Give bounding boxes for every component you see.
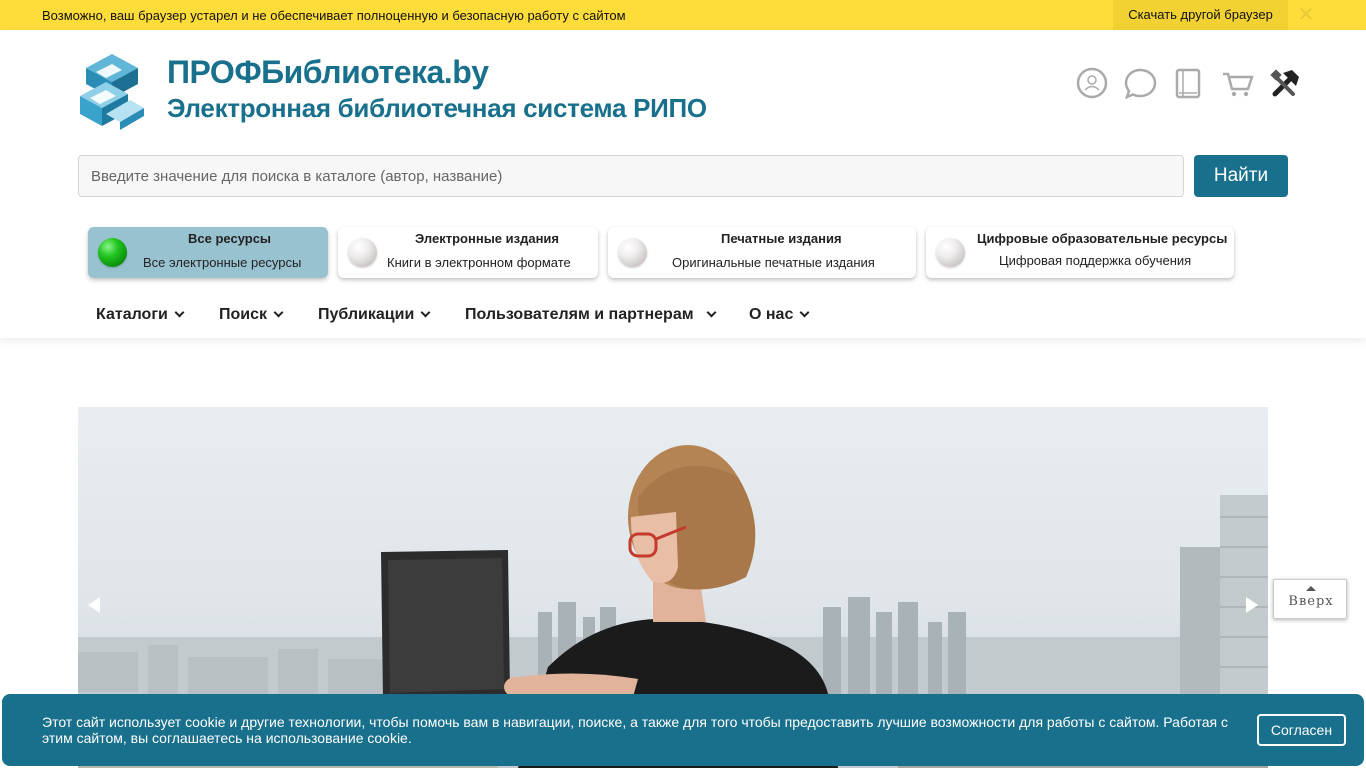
filter-all-resources[interactable]: Все ресурсы Все электронные ресурсы [88, 227, 328, 278]
close-icon[interactable]: ✕ [1296, 5, 1316, 25]
search-input[interactable] [78, 155, 1184, 197]
nav-label: Публикации [318, 306, 415, 323]
nav-label: О нас [749, 306, 794, 323]
cookie-accept-button[interactable]: Согласен [1257, 714, 1346, 746]
active-indicator-icon [98, 238, 127, 267]
filter-description: Книги в электронном формате [387, 255, 571, 270]
chevron-down-icon [799, 307, 810, 318]
back-to-top-button[interactable]: Вверх [1273, 579, 1347, 619]
logo-icon[interactable] [76, 52, 148, 130]
filter-description: Оригинальные печатные издания [672, 255, 875, 270]
nav-label: Каталоги [96, 306, 168, 323]
brand-title[interactable]: ПРОФБиблиотека.by [167, 54, 489, 91]
filter-printed-editions[interactable]: Печатные издания Оригинальные печатные и… [608, 227, 916, 278]
back-to-top-label: Вверх [1288, 594, 1334, 609]
filter-title: Цифровые образовательные ресурсы [977, 231, 1228, 246]
header-actions [1076, 67, 1302, 101]
browser-warning-bar: Возможно, ваш браузер устарел и не обесп… [0, 0, 1366, 30]
inactive-indicator-icon [936, 238, 965, 267]
inactive-indicator-icon [618, 238, 647, 267]
cart-icon[interactable] [1221, 67, 1255, 101]
tools-icon[interactable] [1268, 67, 1302, 101]
nav-about[interactable]: О нас [749, 306, 810, 324]
chevron-down-icon [273, 307, 284, 318]
cookie-banner: Этот сайт использует cookie и другие тех… [2, 694, 1364, 766]
carousel-next-icon[interactable] [1246, 597, 1258, 613]
site-header: ПРОФБиблиотека.by Электронная библиотечн… [0, 30, 1366, 338]
chat-icon[interactable] [1124, 67, 1158, 101]
chevron-down-icon [420, 307, 431, 318]
chevron-down-icon [174, 307, 185, 318]
book-icon[interactable] [1173, 67, 1207, 101]
filter-title: Электронные издания [415, 231, 560, 246]
carousel-prev-icon[interactable] [88, 597, 100, 613]
inactive-indicator-icon [348, 238, 377, 267]
download-browser-button[interactable]: Скачать другой браузер [1113, 0, 1288, 30]
filter-title: Все ресурсы [188, 231, 272, 246]
filter-description: Все электронные ресурсы [143, 255, 302, 270]
filter-title: Печатные издания [721, 231, 842, 246]
nav-label: Поиск [219, 306, 268, 323]
user-icon[interactable] [1076, 67, 1110, 101]
brand-subtitle: Электронная библиотечная система РИПО [167, 93, 707, 123]
browser-warning-text: Возможно, ваш браузер устарел и не обесп… [42, 8, 626, 23]
chevron-down-icon [706, 307, 717, 318]
filter-description: Цифровая поддержка обучения [999, 253, 1192, 268]
filter-electronic-editions[interactable]: Электронные издания Книги в электронном … [338, 227, 598, 278]
cookie-text: Этот сайт использует cookie и другие тех… [42, 714, 1228, 746]
nav-users-partners[interactable]: Пользователям и партнерам [465, 306, 717, 324]
nav-catalogs[interactable]: Каталоги [96, 306, 185, 324]
search-button[interactable]: Найти [1194, 155, 1288, 197]
arrow-up-icon [1306, 586, 1316, 591]
filter-digital-resources[interactable]: Цифровые образовательные ресурсы Цифрова… [926, 227, 1234, 278]
nav-publications[interactable]: Публикации [318, 306, 431, 324]
nav-label: Пользователям и партнерам [465, 306, 694, 323]
nav-search[interactable]: Поиск [219, 306, 284, 324]
